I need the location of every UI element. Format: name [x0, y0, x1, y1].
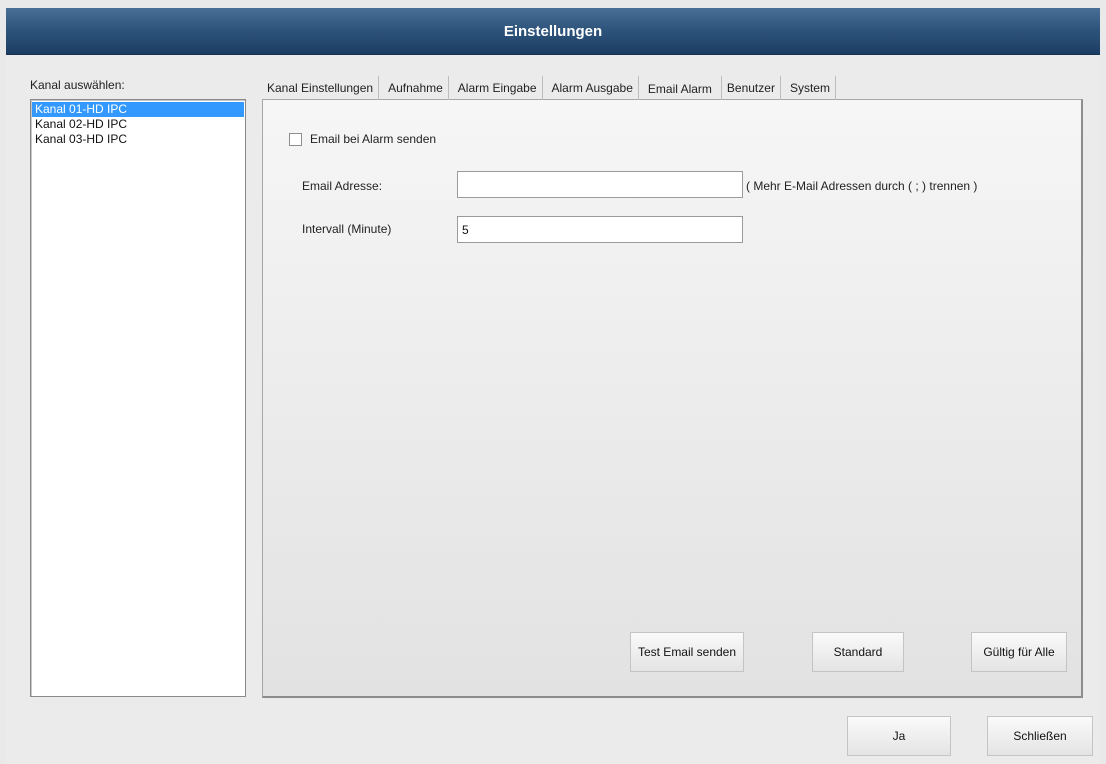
tab-alarm-input[interactable]: Alarm Eingabe	[453, 76, 543, 100]
email-address-input[interactable]	[457, 171, 743, 198]
close-button[interactable]: Schließen	[987, 716, 1093, 756]
tab-channel-settings[interactable]: Kanal Einstellungen	[262, 76, 380, 100]
channel-select-label: Kanal auswählen:	[30, 78, 125, 92]
channel-item-01[interactable]: Kanal 01-HD IPC	[32, 102, 244, 117]
tab-users[interactable]: Benutzer	[720, 76, 781, 100]
send-email-checkbox[interactable]	[289, 132, 302, 146]
send-email-label: Email bei Alarm senden	[310, 132, 437, 146]
email-address-label: Email Adresse:	[302, 179, 383, 193]
interval-label: Intervall (Minute)	[302, 222, 392, 236]
channel-item-03[interactable]: Kanal 03-HD IPC	[32, 132, 244, 147]
standard-button[interactable]: Standard	[812, 632, 904, 672]
email-address-hint: ( Mehr E-Mail Adressen durch ( ; ) trenn…	[746, 179, 978, 193]
tab-recording[interactable]: Aufnahme	[383, 76, 449, 100]
channel-item-02[interactable]: Kanal 02-HD IPC	[32, 117, 244, 132]
yes-button[interactable]: Ja	[847, 716, 951, 756]
tab-email-alarm[interactable]: Email Alarm	[643, 80, 717, 100]
channel-list[interactable]: Kanal 01-HD IPC Kanal 02-HD IPC Kanal 03…	[30, 99, 246, 697]
window-title: Einstellungen	[6, 8, 1100, 55]
tab-bar: Kanal Einstellungen Aufnahme Alarm Einga…	[262, 74, 840, 100]
interval-input[interactable]	[457, 216, 743, 243]
tab-system[interactable]: System	[785, 76, 836, 100]
tab-alarm-output[interactable]: Alarm Ausgabe	[547, 76, 639, 100]
test-email-button[interactable]: Test Email senden	[630, 632, 744, 672]
send-email-option[interactable]: Email bei Alarm senden	[289, 132, 436, 146]
apply-all-button[interactable]: Gültig für Alle	[971, 632, 1067, 672]
